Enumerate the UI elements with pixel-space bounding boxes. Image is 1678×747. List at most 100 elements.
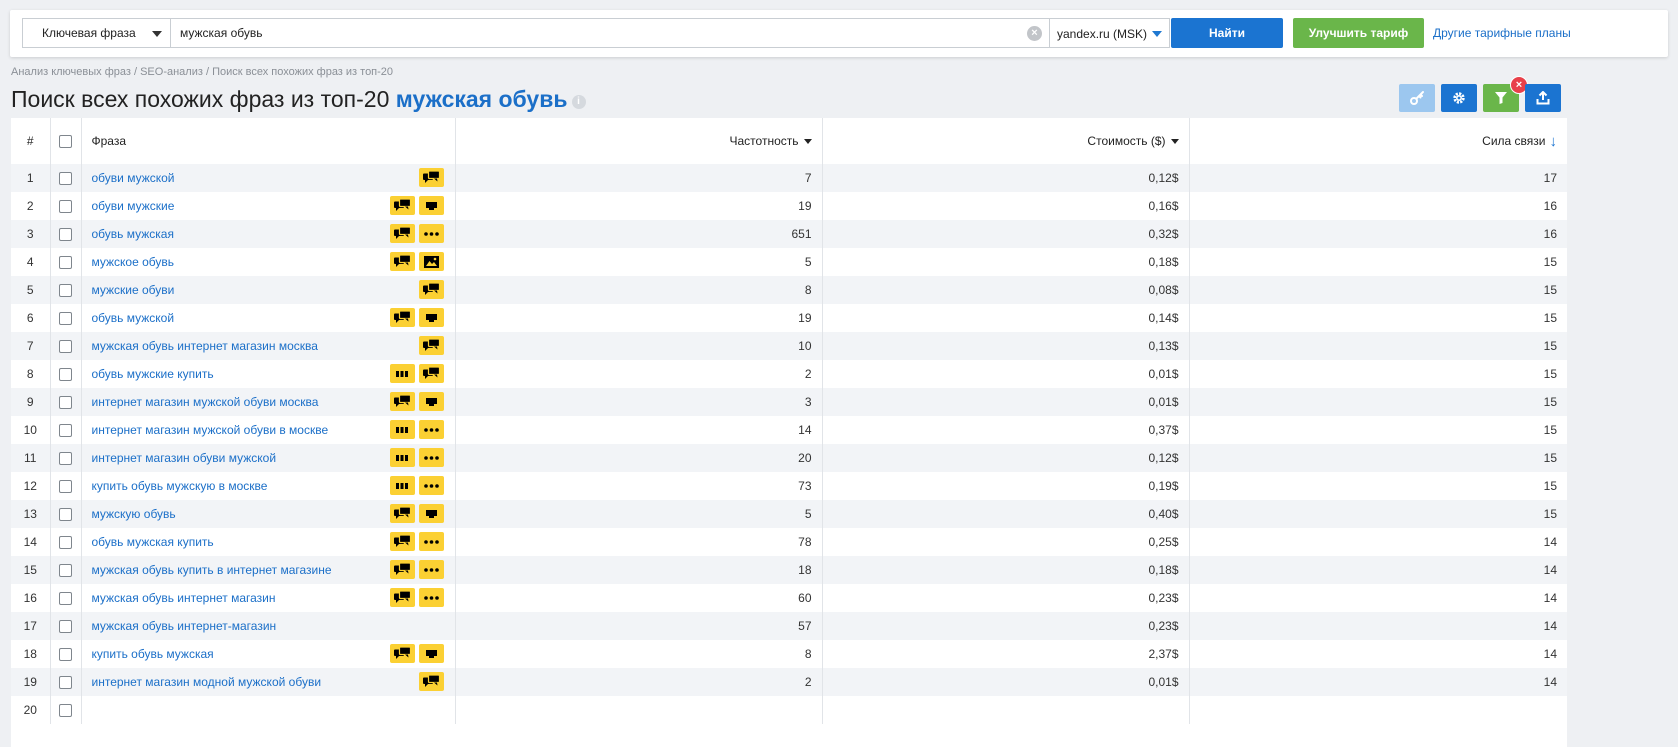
- row-checkbox[interactable]: [59, 312, 72, 326]
- serp-feature-badge[interactable]: [389, 644, 415, 663]
- phrase-link[interactable]: обуви мужские: [92, 199, 175, 213]
- phrase-link[interactable]: мужское обувь: [92, 255, 175, 269]
- bars-icon: [396, 482, 408, 489]
- phrase-link[interactable]: мужские обуви: [92, 283, 175, 297]
- column-strength[interactable]: Сила связи ↓: [1189, 118, 1567, 164]
- search-mode-select[interactable]: Ключевая фраза: [22, 18, 170, 48]
- serp-feature-badge[interactable]: [418, 644, 444, 663]
- phrase-link[interactable]: мужская обувь интернет магазин москва: [92, 339, 318, 353]
- breadcrumb-item-keyword-analysis[interactable]: Анализ ключевых фраз: [11, 66, 131, 78]
- serp-feature-badge[interactable]: [418, 392, 444, 411]
- serp-feature-badge[interactable]: [418, 252, 444, 271]
- serp-feature-badge[interactable]: [418, 504, 444, 523]
- serp-feature-badge[interactable]: [418, 336, 444, 355]
- phrase-link[interactable]: обуви мужской: [92, 171, 175, 185]
- serp-feature-badge[interactable]: [418, 476, 444, 495]
- clear-icon[interactable]: ×: [1027, 26, 1042, 41]
- ad-block-icon: [425, 201, 437, 210]
- row-checkbox[interactable]: [59, 284, 72, 298]
- row-checkbox-cell: [50, 276, 82, 304]
- chat-bubbles-icon: [393, 395, 411, 408]
- select-all-checkbox[interactable]: [59, 135, 72, 149]
- more-dots-icon: [423, 539, 439, 544]
- serp-feature-badge[interactable]: [389, 308, 415, 327]
- row-checkbox[interactable]: [59, 480, 72, 494]
- breadcrumb: Анализ ключевых фраз / SEO-анализ / Поис…: [11, 66, 393, 78]
- breadcrumb-item-seo-analysis[interactable]: SEO-анализ: [140, 66, 203, 78]
- row-checkbox[interactable]: [59, 592, 72, 606]
- frequency-cell: 19: [455, 192, 823, 220]
- table-row: 12 купить обувь мужскую в москве 73 0,19$ 15: [11, 472, 1567, 500]
- column-frequency[interactable]: Частотность: [455, 118, 823, 164]
- frequency-cell: 5: [455, 248, 823, 276]
- phrase-link[interactable]: обувь мужские купить: [92, 367, 214, 381]
- row-checkbox[interactable]: [59, 172, 72, 186]
- find-button[interactable]: Найти: [1171, 18, 1283, 48]
- serp-feature-badge[interactable]: [418, 224, 444, 243]
- serp-feature-badge[interactable]: [389, 532, 415, 551]
- serp-feature-badge[interactable]: [389, 364, 415, 383]
- phrase-link[interactable]: мужская обувь купить в интернет магазине: [92, 563, 332, 577]
- more-dots-icon: [423, 455, 439, 460]
- row-checkbox[interactable]: [59, 564, 72, 578]
- serp-feature-badge[interactable]: [418, 308, 444, 327]
- serp-feature-badge[interactable]: [418, 280, 444, 299]
- serp-feature-badge[interactable]: [389, 588, 415, 607]
- serp-feature-badge[interactable]: [389, 252, 415, 271]
- phrase-link[interactable]: мужская обувь интернет-магазин: [92, 619, 277, 633]
- chat-bubbles-icon: [393, 563, 411, 576]
- settings-button[interactable]: [1441, 84, 1477, 112]
- phrase-link[interactable]: интернет магазин модной мужской обуви: [92, 675, 322, 689]
- phrase-link[interactable]: интернет магазин мужской обуви в москве: [92, 423, 329, 437]
- serp-feature-badge[interactable]: [418, 364, 444, 383]
- row-checkbox[interactable]: [59, 396, 72, 410]
- row-checkbox[interactable]: [59, 340, 72, 354]
- strength-cell: 15: [1189, 472, 1567, 500]
- phrase-link[interactable]: обувь мужской: [92, 311, 175, 325]
- serp-feature-badge[interactable]: [418, 168, 444, 187]
- serp-feature-badge[interactable]: [389, 420, 415, 439]
- row-checkbox[interactable]: [59, 256, 72, 270]
- serp-feature-badge[interactable]: [389, 196, 415, 215]
- serp-feature-badge[interactable]: [389, 504, 415, 523]
- row-checkbox[interactable]: [59, 424, 72, 438]
- phrase-link[interactable]: интернет магазин обуви мужской: [92, 451, 277, 465]
- column-cost[interactable]: Стоимость ($): [822, 118, 1190, 164]
- serp-feature-badge[interactable]: [418, 588, 444, 607]
- phrase-link[interactable]: мужская обувь интернет магазин: [92, 591, 276, 605]
- row-checkbox[interactable]: [59, 368, 72, 382]
- upgrade-plan-button[interactable]: Улучшить тариф: [1293, 18, 1424, 48]
- row-checkbox[interactable]: [59, 648, 72, 662]
- phrase-link[interactable]: купить обувь мужскую в москве: [92, 479, 268, 493]
- serp-feature-badge[interactable]: [389, 392, 415, 411]
- phrase-link[interactable]: обувь мужская: [92, 227, 174, 241]
- serp-feature-badge[interactable]: [389, 448, 415, 467]
- row-checkbox[interactable]: [59, 620, 72, 634]
- row-checkbox[interactable]: [59, 676, 72, 690]
- phrase-link[interactable]: купить обувь мужская: [92, 647, 214, 661]
- phrase-link[interactable]: обувь мужская купить: [92, 535, 214, 549]
- region-select[interactable]: yandex.ru (MSK): [1050, 18, 1170, 48]
- serp-feature-badge[interactable]: [418, 560, 444, 579]
- phrase-link[interactable]: мужскую обувь: [92, 507, 176, 521]
- serp-feature-badge[interactable]: [418, 420, 444, 439]
- serp-feature-badge[interactable]: [418, 532, 444, 551]
- serp-feature-badge[interactable]: [389, 560, 415, 579]
- row-checkbox[interactable]: [59, 452, 72, 466]
- row-checkbox[interactable]: [59, 704, 72, 718]
- export-button[interactable]: [1525, 84, 1561, 112]
- serp-feature-badge[interactable]: [389, 476, 415, 495]
- row-checkbox[interactable]: [59, 200, 72, 214]
- phrase-link[interactable]: интернет магазин мужской обуви москва: [92, 395, 319, 409]
- serp-feature-badge[interactable]: [418, 196, 444, 215]
- row-checkbox[interactable]: [59, 228, 72, 242]
- other-plans-link[interactable]: Другие тарифные планы: [1433, 26, 1571, 40]
- key-button[interactable]: [1399, 84, 1435, 112]
- serp-feature-badge[interactable]: [418, 448, 444, 467]
- search-input[interactable]: [170, 18, 1050, 48]
- row-checkbox[interactable]: [59, 536, 72, 550]
- info-icon[interactable]: i: [571, 95, 586, 109]
- serp-feature-badge[interactable]: [389, 224, 415, 243]
- row-checkbox[interactable]: [59, 508, 72, 522]
- serp-feature-badge[interactable]: [418, 672, 444, 691]
